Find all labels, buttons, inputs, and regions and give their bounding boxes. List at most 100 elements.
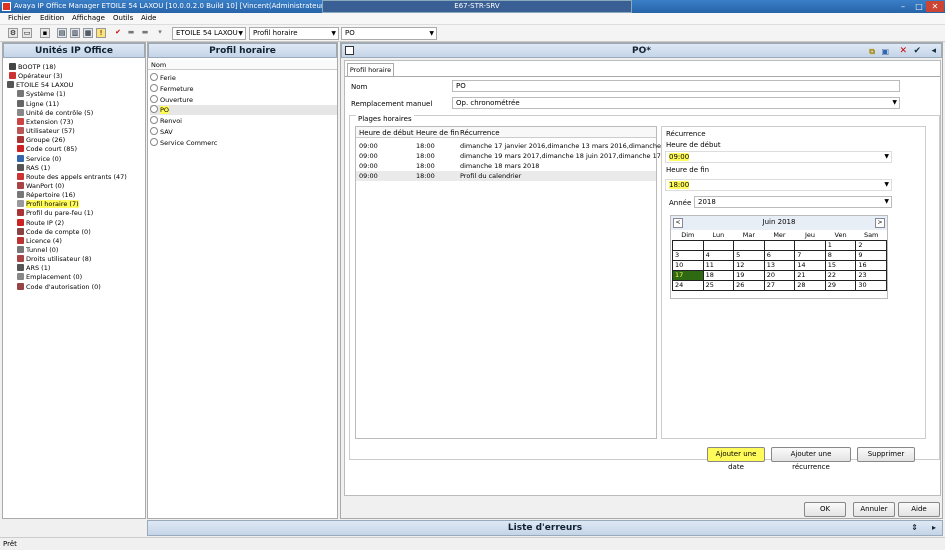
table-row[interactable]: 09:00 18:00 dimanche 19 mars 2017,dimanche… [356, 151, 669, 161]
list-item[interactable]: Ouverture [150, 94, 337, 105]
calendar-day[interactable]: 23 [855, 269, 887, 281]
year-select[interactable]: 2018 ▼ [694, 196, 892, 208]
table-row[interactable]: 09:00 18:00 dimanche 17 janvier 2016,diman… [356, 141, 669, 151]
calendar-day[interactable]: 24 [672, 279, 704, 291]
col-end[interactable]: Heure de fin [416, 129, 459, 137]
copy-icon[interactable]: ▣ [881, 45, 889, 59]
tree-item[interactable]: Code d'autorisation (0) [17, 282, 101, 292]
close-button[interactable]: ✕ [926, 1, 944, 12]
tree-item[interactable]: Service (0) [17, 154, 61, 164]
name-input[interactable]: PO [452, 80, 900, 92]
tree-item[interactable]: WanPort (0) [17, 181, 64, 191]
back-icon[interactable]: ◂ [931, 44, 936, 58]
list-item[interactable]: PO [150, 105, 337, 116]
item-combo[interactable]: PO ▼ [341, 27, 437, 40]
tree-item[interactable]: Droits utilisateur (8) [17, 255, 91, 264]
minus-icon[interactable]: ▬ [126, 28, 136, 38]
save-icon[interactable]: ▪ [40, 28, 50, 38]
calendar-day[interactable]: 20 [763, 269, 796, 281]
override-select[interactable]: Op. chronométrée ▼ [452, 97, 900, 109]
view-mid-icon[interactable]: ▥ [70, 28, 80, 38]
calendar-day[interactable]: 1 [824, 239, 857, 251]
list-item[interactable]: SAV [150, 127, 337, 137]
tree-item[interactable]: BOOTP (18) [9, 63, 56, 72]
calendar-day[interactable] [672, 239, 704, 251]
rdp-connection-bar[interactable]: E67-STR-SRV [322, 0, 632, 13]
calendar-day[interactable]: 5 [733, 249, 765, 261]
col-start[interactable]: Heure de début [359, 129, 414, 137]
delete-button[interactable]: Supprimer [857, 447, 915, 462]
help-button[interactable]: Aide [898, 502, 940, 517]
plus-icon[interactable]: ▬ [140, 28, 150, 38]
cancel-button[interactable]: Annuler [853, 502, 895, 517]
menu-edition[interactable]: Edition [40, 14, 64, 22]
system-combo[interactable]: ETOILE 54 LAXOU ▼ [172, 27, 246, 40]
tree-item[interactable]: ARS (1) [17, 264, 50, 273]
calendar-day[interactable]: 7 [794, 249, 826, 261]
tree-item[interactable]: Utilisateur (57) [17, 127, 75, 136]
delete-icon[interactable]: ✕ [899, 44, 907, 58]
calendar-day[interactable]: 26 [733, 279, 765, 291]
calendar-day[interactable]: 12 [733, 259, 765, 271]
calendar-day[interactable]: 11 [702, 259, 735, 271]
warning-icon[interactable]: ! [96, 28, 106, 38]
calendar-day[interactable] [733, 239, 765, 251]
tree-item[interactable]: Profil horaire (7) [17, 200, 79, 209]
calendar-day[interactable]: 14 [794, 259, 826, 271]
type-combo[interactable]: Profil horaire ▼ [249, 27, 339, 40]
calendar-day[interactable] [702, 239, 735, 251]
tab-profil-horaire[interactable]: Profil horaire [347, 63, 394, 76]
calendar-day[interactable]: 4 [702, 249, 735, 261]
col-recurrence[interactable]: Récurrence [460, 129, 500, 137]
calendar-day[interactable]: 16 [855, 259, 887, 271]
tree-item[interactable]: Tunnel (0) [17, 246, 58, 255]
tree-item[interactable]: RAS (1) [17, 163, 50, 173]
tree-item[interactable]: Opérateur (3) [9, 72, 63, 81]
start-time-input[interactable]: 09:00 ▼ [665, 151, 892, 163]
export-icon[interactable]: ⧉ [869, 45, 875, 59]
list-header[interactable]: Nom [148, 60, 337, 70]
view-left-icon[interactable]: ▤ [57, 28, 67, 38]
tree-item[interactable]: Système (1) [17, 90, 66, 99]
tree-item[interactable]: Licence (4) [17, 236, 62, 246]
ok-button[interactable]: OK [804, 502, 846, 517]
chevron-right-icon[interactable]: ▸ [932, 521, 936, 535]
list-item[interactable]: Service Commerc [150, 137, 337, 148]
add-date-button[interactable]: Ajouter une date [707, 447, 765, 471]
error-list-icon[interactable]: ⇕ [911, 521, 918, 535]
calendar-day[interactable]: 2 [855, 239, 887, 251]
list-item[interactable]: Ferie [150, 73, 337, 83]
tree-item[interactable]: Code court (85) [17, 145, 77, 154]
calendar-day[interactable] [763, 239, 796, 251]
calendar-day[interactable]: 6 [763, 249, 796, 261]
calendar-day[interactable]: 28 [794, 279, 826, 291]
menu-outils[interactable]: Outils [113, 14, 133, 22]
view-right-icon[interactable]: ▦ [83, 28, 93, 38]
tree-item[interactable]: ETOILE 54 LAXOU [7, 81, 73, 90]
tree-item[interactable]: Code de compte (0) [17, 227, 91, 237]
tree-item[interactable]: Répertoire (16) [17, 191, 75, 200]
tree-item[interactable]: Emplacement (0) [17, 273, 82, 282]
open-icon[interactable]: ⚙ [8, 28, 18, 38]
calendar-day[interactable]: 3 [672, 249, 704, 261]
check-icon[interactable]: ✔ [113, 28, 123, 38]
calendar-day[interactable]: 18 [702, 269, 735, 281]
check-icon[interactable]: ✔ [913, 44, 921, 58]
calendar-day[interactable]: 22 [824, 269, 857, 281]
calendar-day[interactable]: 13 [763, 259, 796, 271]
calendar-day[interactable]: 21 [794, 269, 826, 281]
tree-item[interactable]: Extension (73) [17, 117, 73, 127]
tree-item[interactable]: Route IP (2) [17, 218, 64, 228]
end-time-input[interactable]: 18:00 ▼ [665, 179, 892, 191]
calendar-day[interactable]: 9 [855, 249, 887, 261]
menu-fichier[interactable]: Fichier [8, 14, 31, 22]
arrow-icon[interactable]: ▾ [155, 28, 165, 38]
calendar-day[interactable]: 10 [672, 259, 704, 271]
tree-item[interactable]: Profil du pare-feu (1) [17, 209, 93, 218]
calendar-day[interactable]: 17 [672, 269, 704, 281]
calendar-day[interactable] [794, 239, 826, 251]
calendar-day[interactable]: 15 [824, 259, 857, 271]
tree-item[interactable]: Unité de contrôle (5) [17, 108, 93, 118]
menu-affichage[interactable]: Affichage [72, 14, 105, 22]
list-item[interactable]: Renvoi [150, 116, 337, 126]
